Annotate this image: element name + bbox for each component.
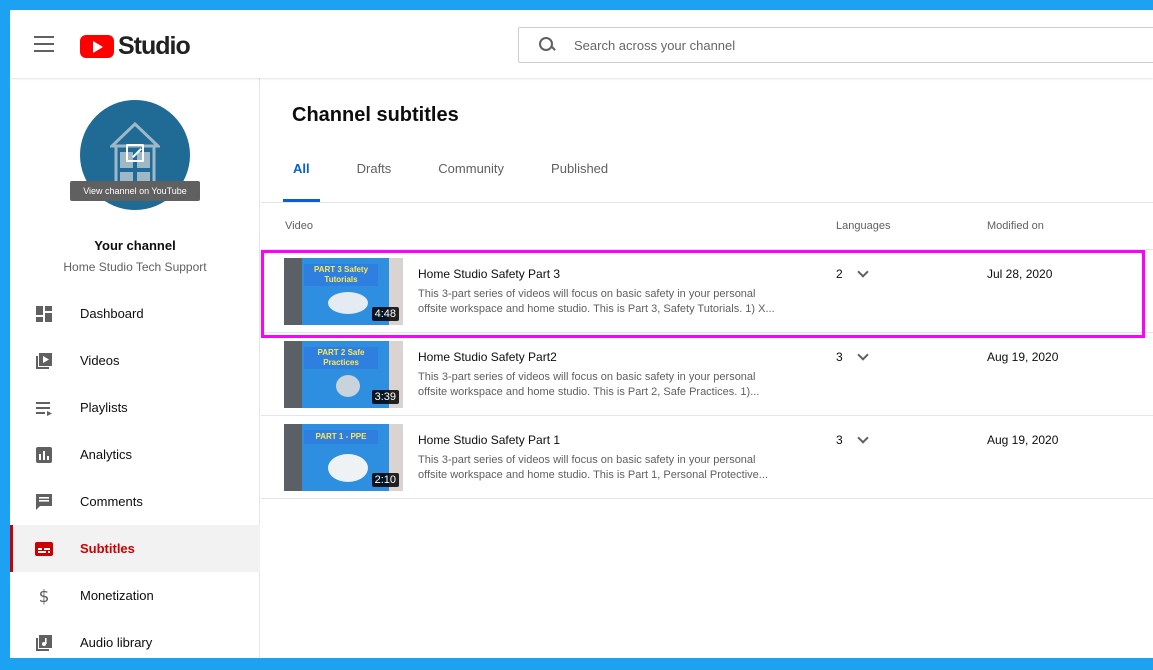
languages-value: 3 <box>836 433 843 447</box>
video-thumbnail[interactable]: PART 2 Safe Practices 3:39 <box>284 341 403 408</box>
channel-name: Home Studio Tech Support <box>63 260 207 274</box>
description-line: This 3-part series of videos will focus … <box>418 288 756 300</box>
playlists-icon <box>36 401 52 416</box>
description-line: This 3-part series of videos will focus … <box>418 371 756 383</box>
video-title[interactable]: Home Studio Safety Part 3 <box>418 267 560 281</box>
languages-count: 3 <box>836 349 869 364</box>
thumbnail-text: PART 3 Safety Tutorials <box>304 264 378 286</box>
open-in-new-icon[interactable] <box>126 144 144 162</box>
sidebar-item-label: Subtitles <box>80 541 135 556</box>
thumbnail-art <box>328 292 368 314</box>
comments-icon <box>36 493 52 510</box>
chevron-down-icon[interactable] <box>857 266 869 278</box>
sidebar-item-label: Videos <box>80 353 120 368</box>
sidebar: View channel on YouTube Your channel Hom… <box>10 78 260 658</box>
audio-library-icon <box>36 634 52 651</box>
sidebar-item-dashboard[interactable]: Dashboard <box>10 290 260 337</box>
chevron-down-icon[interactable] <box>857 432 869 444</box>
page-title: Channel subtitles <box>292 104 459 126</box>
sidebar-item-comments[interactable]: Comments <box>10 478 260 525</box>
tab-drafts[interactable]: Drafts <box>357 158 392 202</box>
sidebar-item-label: Dashboard <box>80 306 144 321</box>
sidebar-item-label: Monetization <box>80 588 154 603</box>
sidebar-item-monetization[interactable]: $ Monetization <box>10 572 260 619</box>
sidebar-item-subtitles[interactable]: Subtitles <box>10 525 260 572</box>
channel-title: Your channel <box>94 238 176 253</box>
description-line: offsite workspace and home studio. This … <box>418 303 775 315</box>
sidebar-nav: Dashboard Videos Playlists Analytics Com… <box>10 290 260 658</box>
thumbnail-art <box>328 454 368 482</box>
search-placeholder: Search across your channel <box>574 37 736 53</box>
tab-bar: All Drafts Community Published <box>283 158 655 202</box>
sidebar-item-analytics[interactable]: Analytics <box>10 431 260 478</box>
table-row[interactable]: PART 2 Safe Practices 3:39 Home Studio S… <box>261 333 1153 416</box>
video-title[interactable]: Home Studio Safety Part2 <box>418 350 557 364</box>
thumbnail-text: PART 2 Safe Practices <box>304 347 378 369</box>
video-description: This 3-part series of videos will focus … <box>418 287 823 317</box>
duration-badge: 3:39 <box>371 390 399 404</box>
sidebar-item-audio-library[interactable]: Audio library <box>10 619 260 658</box>
tab-community[interactable]: Community <box>438 158 504 202</box>
video-thumbnail[interactable]: PART 1 - PPE 2:10 <box>284 424 403 491</box>
description-line: offsite workspace and home studio. This … <box>418 469 768 481</box>
duration-badge: 4:48 <box>371 307 399 321</box>
languages-count: 2 <box>836 266 869 281</box>
thumbnail-art <box>284 258 302 325</box>
sidebar-item-label: Comments <box>80 494 143 509</box>
modified-date: Aug 19, 2020 <box>987 433 1059 447</box>
thumbnail-art <box>336 375 360 397</box>
video-thumbnail[interactable]: PART 3 Safety Tutorials 4:48 <box>284 258 403 325</box>
thumbnail-art <box>284 341 302 408</box>
top-bar: Studio Search across your channel <box>10 10 1153 78</box>
youtube-play-icon <box>80 35 114 58</box>
menu-icon[interactable] <box>34 36 54 52</box>
table-header: Video Languages Modified on <box>261 203 1153 250</box>
search-input[interactable]: Search across your channel <box>518 27 1153 63</box>
modified-date: Jul 28, 2020 <box>987 267 1053 281</box>
table-row[interactable]: PART 1 - PPE 2:10 Home Studio Safety Par… <box>261 416 1153 499</box>
thumbnail-art <box>284 424 302 491</box>
tab-all[interactable]: All <box>283 158 320 202</box>
sidebar-item-label: Analytics <box>80 447 133 462</box>
subtitles-icon <box>35 541 53 556</box>
video-description: This 3-part series of videos will focus … <box>418 453 823 483</box>
monetization-icon: $ <box>39 587 50 605</box>
thumbnail-art <box>389 258 403 325</box>
column-header-video: Video <box>285 220 313 232</box>
videos-icon <box>36 352 52 369</box>
dashboard-icon <box>36 305 52 322</box>
column-header-languages: Languages <box>836 220 891 232</box>
chevron-down-icon[interactable] <box>857 349 869 361</box>
sidebar-item-label: Audio library <box>80 635 153 650</box>
tab-published[interactable]: Published <box>551 158 608 202</box>
logo-text: Studio <box>118 32 191 60</box>
studio-logo[interactable]: Studio <box>80 32 191 61</box>
svg-text:$: $ <box>39 587 50 605</box>
sidebar-item-videos[interactable]: Videos <box>10 337 260 384</box>
duration-badge: 2:10 <box>371 473 399 487</box>
video-title[interactable]: Home Studio Safety Part 1 <box>418 433 560 447</box>
languages-count: 3 <box>836 432 869 447</box>
description-line: This 3-part series of videos will focus … <box>418 454 756 466</box>
search-icon <box>539 37 555 53</box>
table-row[interactable]: PART 3 Safety Tutorials 4:48 Home Studio… <box>261 250 1153 338</box>
column-header-modified: Modified on <box>987 220 1044 232</box>
thumbnail-text: PART 1 - PPE <box>304 430 378 444</box>
languages-value: 2 <box>836 267 843 281</box>
languages-value: 3 <box>836 350 843 364</box>
main-content: Channel subtitles All Drafts Community P… <box>261 78 1153 658</box>
modified-date: Aug 19, 2020 <box>987 350 1059 364</box>
sidebar-item-playlists[interactable]: Playlists <box>10 384 260 431</box>
analytics-icon <box>36 446 52 463</box>
video-description: This 3-part series of videos will focus … <box>418 370 823 400</box>
sidebar-item-label: Playlists <box>80 400 128 415</box>
description-line: offsite workspace and home studio. This … <box>418 386 760 398</box>
app-window: Studio Search across your channel View c… <box>10 10 1153 658</box>
avatar-tooltip: View channel on YouTube <box>70 181 200 201</box>
